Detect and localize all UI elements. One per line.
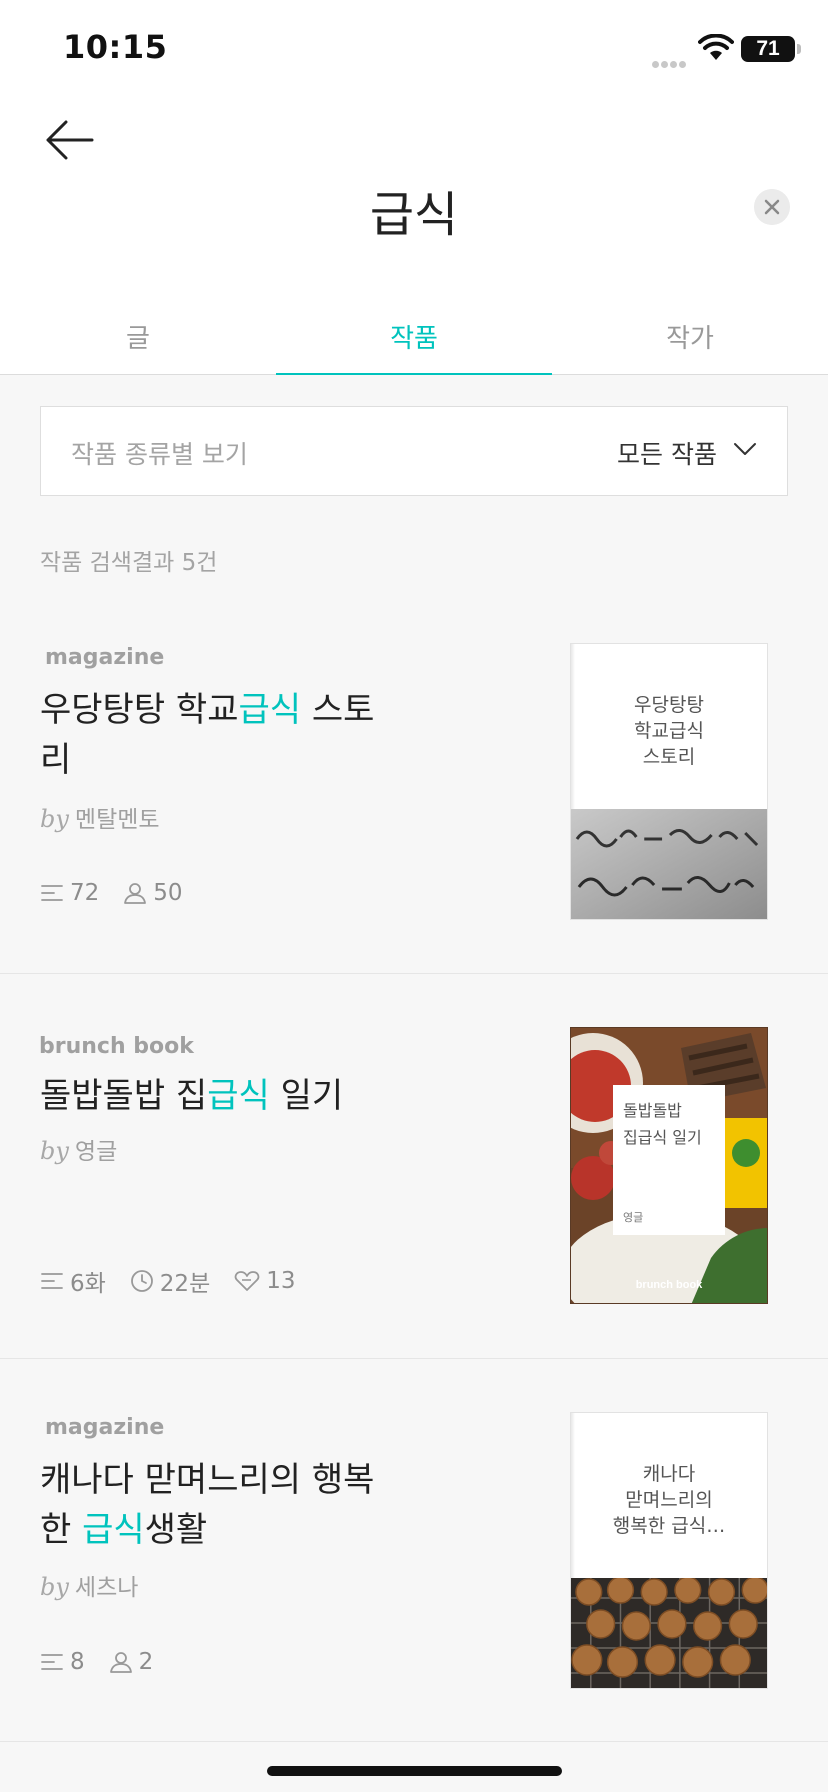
filter-selected-value: 모든 작품 bbox=[617, 440, 717, 469]
item-title[interactable]: 캐나다 맏며느리의 행복한 급식생활 bbox=[40, 1455, 380, 1555]
item-type-label: magazine bbox=[45, 1415, 165, 1440]
item-author[interactable]: by 세츠나 bbox=[40, 1568, 138, 1602]
title-text: 우당탕탕 학교 bbox=[40, 690, 239, 730]
title-highlight: 급식 bbox=[238, 690, 302, 730]
item-author[interactable]: by 영글 bbox=[40, 1132, 117, 1166]
subscriber-count: 2 bbox=[109, 1649, 154, 1675]
author-name: 멘탈멘토 bbox=[74, 807, 160, 833]
result-count: 작품 검색결과 5건 bbox=[40, 550, 218, 576]
subscriber-count: 50 bbox=[123, 880, 183, 906]
status-time: 10:15 bbox=[63, 28, 168, 66]
person-icon bbox=[109, 1652, 132, 1673]
wifi-icon bbox=[698, 34, 734, 60]
list-icon bbox=[41, 1654, 63, 1670]
reading-time-value: 22분 bbox=[159, 1271, 211, 1297]
brunch-book-brand: brunch book bbox=[635, 1279, 703, 1291]
search-query-title: 급식 bbox=[369, 187, 459, 243]
author-name: 영글 bbox=[74, 1139, 118, 1165]
cover-title: 캐나다 맏며느리의 행복한 급식… bbox=[612, 1463, 726, 1537]
by-label: by bbox=[40, 805, 69, 833]
list-icon bbox=[41, 1273, 63, 1289]
list-item[interactable]: magazine 캐나다 맏며느리의 행복한 급식생활 by 세츠나 8 2 캐나… bbox=[0, 1359, 828, 1742]
header-area: 10:15 71 급식 글 작품 작가 bbox=[0, 0, 828, 375]
title-highlight: 급식 bbox=[207, 1076, 270, 1116]
cellular-signal-icon bbox=[652, 53, 692, 68]
subscriber-count-value: 50 bbox=[153, 880, 183, 906]
item-type-label: magazine bbox=[45, 645, 165, 670]
tab-authors[interactable]: 작가 bbox=[552, 290, 828, 374]
cover-author: 영글 bbox=[623, 1211, 644, 1224]
item-title[interactable]: 우당탕탕 학교급식 스토리 bbox=[40, 685, 380, 785]
tab-posts[interactable]: 글 bbox=[0, 290, 276, 374]
like-count-value: 13 bbox=[266, 1268, 296, 1294]
work-type-filter-dropdown[interactable]: 작품 종류별 보기 모든 작품 bbox=[40, 406, 788, 496]
brunch-book-cover[interactable]: 돌밥돌밥 집급식 일기 영글 brunch book bbox=[570, 1027, 768, 1304]
title-text: 돌밥돌밥 집 bbox=[40, 1076, 208, 1116]
item-stats: 6화 22분 13 bbox=[40, 1264, 320, 1298]
home-indicator[interactable] bbox=[267, 1766, 562, 1776]
heart-icon bbox=[234, 1271, 260, 1291]
subscriber-count-value: 2 bbox=[138, 1649, 154, 1675]
like-count: 13 bbox=[234, 1268, 296, 1294]
item-title[interactable]: 돌밥돌밥 집급식 일기 bbox=[40, 1071, 440, 1121]
item-type-label: brunch book bbox=[39, 1034, 194, 1059]
magazine-cover[interactable]: 우당탕탕 학교급식 스토리 bbox=[570, 643, 768, 920]
person-icon bbox=[124, 883, 147, 904]
post-count: 72 bbox=[40, 880, 99, 906]
title-text: 생활 bbox=[144, 1510, 208, 1550]
title-text: 일기 bbox=[269, 1076, 344, 1116]
battery-icon: 71 bbox=[741, 36, 801, 62]
clock-icon bbox=[130, 1270, 153, 1292]
brunch-book-label: 돌밥돌밥 집급식 일기 영글 bbox=[613, 1085, 725, 1235]
reading-time: 22분 bbox=[130, 1264, 210, 1298]
list-item[interactable]: brunch book 돌밥돌밥 집급식 일기 by영글 6화 22분 13 bbox=[0, 974, 828, 1359]
muffins-photo bbox=[571, 1578, 767, 1688]
cover-title: 우당탕탕 학교급식 스토리 bbox=[634, 694, 704, 768]
tab-works[interactable]: 작품 bbox=[276, 290, 552, 375]
magazine-cover[interactable]: 캐나다 맏며느리의 행복한 급식… bbox=[570, 1412, 768, 1689]
post-count: 8 bbox=[40, 1649, 85, 1675]
post-count-value: 8 bbox=[70, 1649, 85, 1675]
filter-label: 작품 종류별 보기 bbox=[71, 440, 248, 469]
search-tabs: 글 작품 작가 bbox=[0, 290, 828, 375]
episode-count: 6화 bbox=[40, 1264, 106, 1298]
post-count-value: 72 bbox=[70, 880, 100, 906]
title-highlight: 급식 bbox=[82, 1510, 145, 1550]
handwriting-photo bbox=[571, 809, 767, 919]
item-stats: 8 2 bbox=[40, 1649, 177, 1675]
list-icon bbox=[41, 885, 63, 901]
back-arrow-icon[interactable] bbox=[44, 116, 96, 164]
clear-search-icon[interactable] bbox=[754, 189, 790, 225]
item-author[interactable]: by 멘탈멘토 bbox=[40, 800, 160, 834]
cover-title: 돌밥돌밥 집급식 일기 bbox=[623, 1101, 702, 1147]
author-name: 세츠나 bbox=[74, 1575, 139, 1601]
by-label: by bbox=[40, 1573, 69, 1601]
item-stats: 72 50 bbox=[40, 880, 207, 906]
list-item[interactable]: magazine 우당탕탕 학교급식 스토리 by 멘탈멘토 72 50 우당탕탕… bbox=[0, 600, 828, 974]
episode-count-value: 6화 bbox=[70, 1271, 106, 1297]
by-label: by bbox=[40, 1137, 69, 1165]
chevron-down-icon bbox=[734, 443, 756, 455]
